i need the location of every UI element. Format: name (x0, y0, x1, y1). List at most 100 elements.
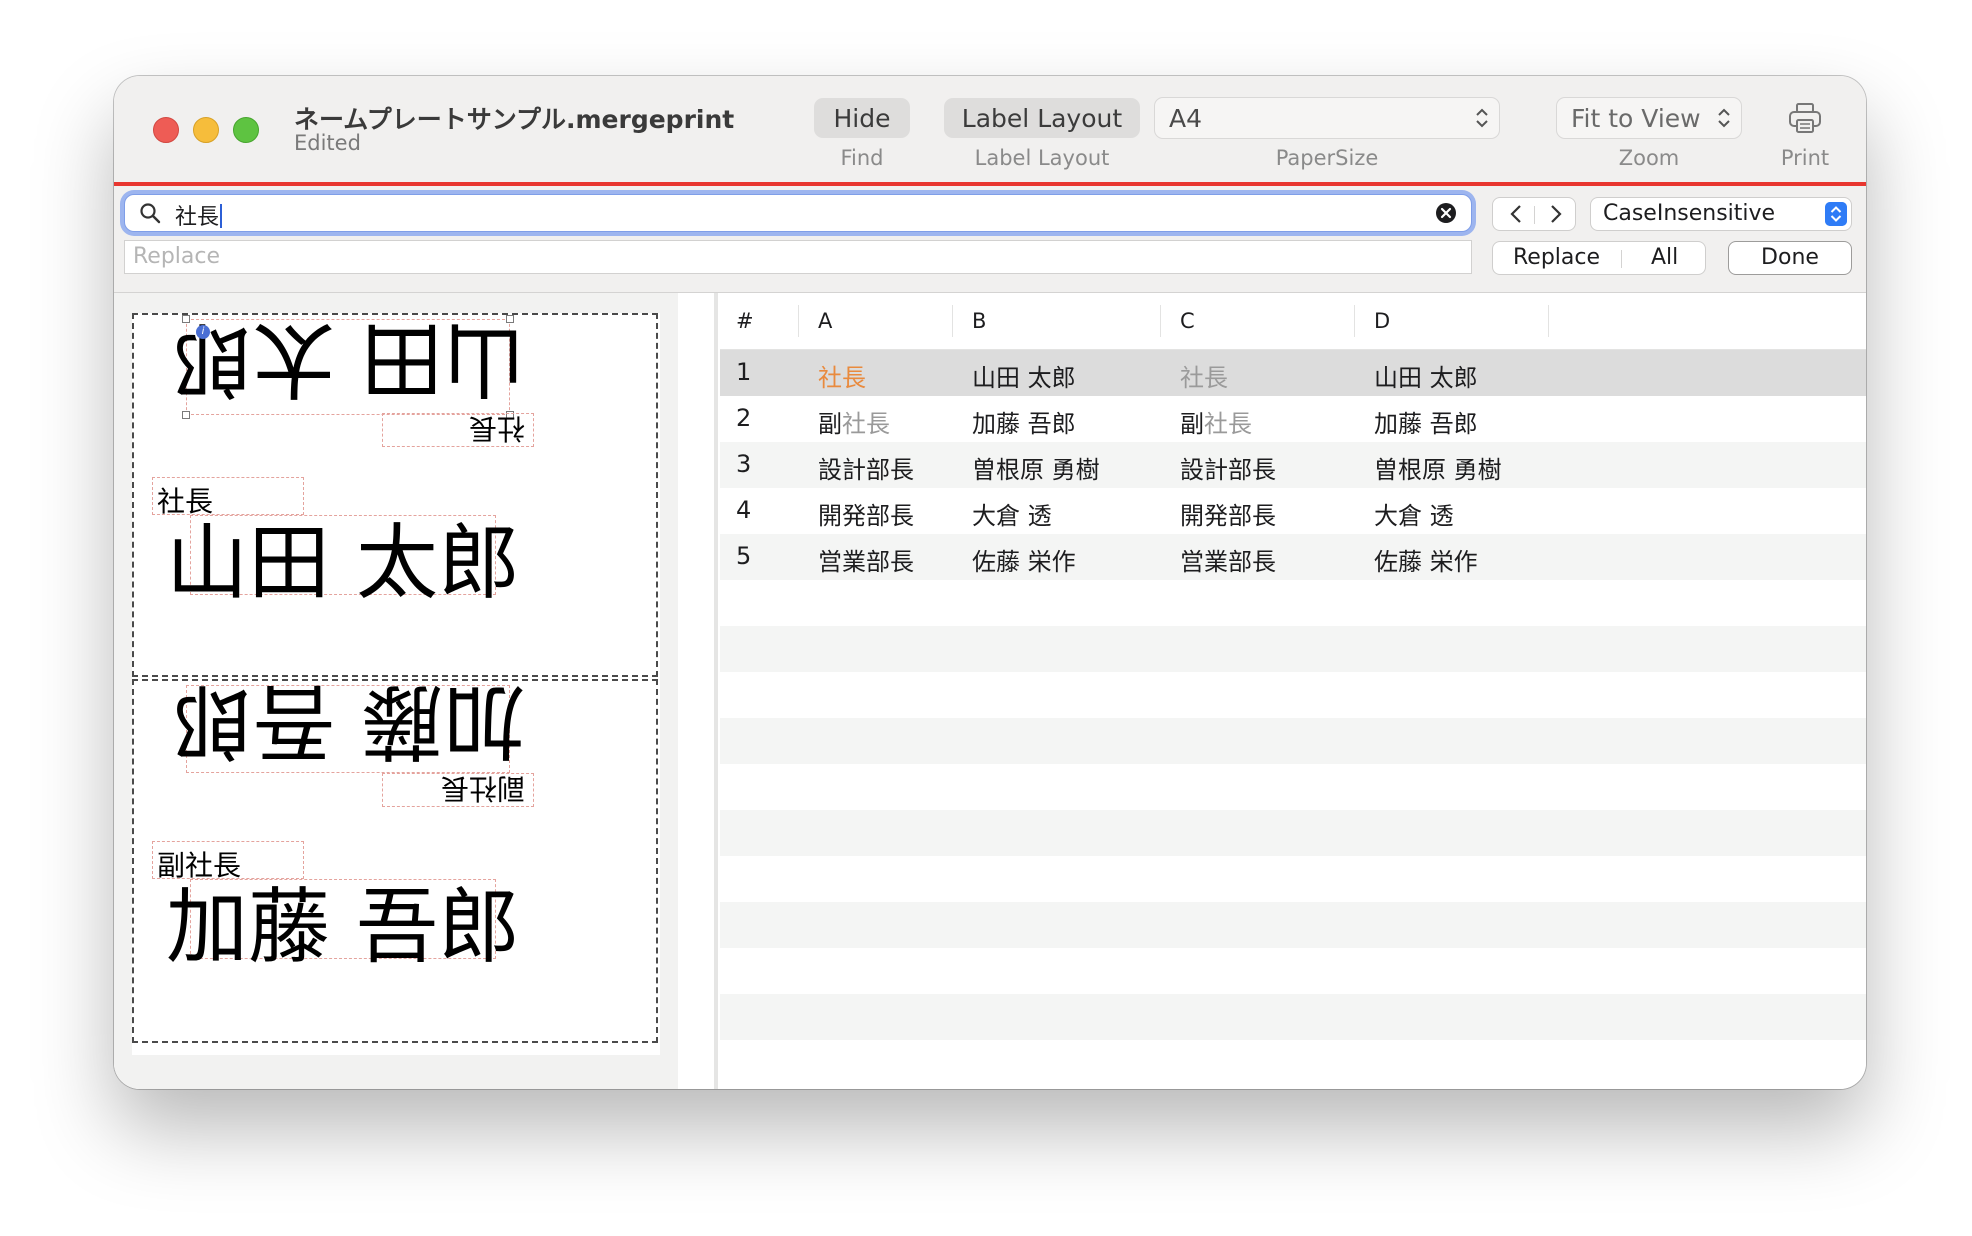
cell-b[interactable]: 大倉 透 (972, 496, 1052, 531)
empty-row (720, 764, 1866, 810)
table-header: # A B C D (720, 293, 1866, 350)
selection-handle[interactable] (506, 315, 514, 323)
clear-search-icon[interactable] (1435, 202, 1457, 224)
cell-b[interactable]: 曽根原 勇樹 (972, 450, 1100, 485)
paper-size-toolbar-label: PaperSize (1275, 146, 1379, 170)
main-content: 山田 太郎 i 社長 社長 山田 太郎 加藤 吾郎 副社長 副社長 加藤 吾郎 (114, 293, 1866, 1089)
table-rows: 1 社長 山田 太郎 社長 山田 太郎 2 副社長 加藤 吾郎 副社長 加藤 吾… (720, 350, 1866, 1086)
app-window: ネームプレートサンプル.mergeprint Edited Hide Find … (114, 76, 1866, 1089)
empty-row (720, 948, 1866, 994)
printer-icon[interactable] (1788, 102, 1822, 134)
replace-field[interactable]: Replace (124, 240, 1472, 274)
cell-c[interactable]: 設計部長 (1180, 450, 1276, 485)
name-field-rotated[interactable]: 山田 太郎 (171, 312, 525, 415)
column-header-d[interactable]: D (1374, 309, 1390, 333)
label-layout-button[interactable]: Label Layout (944, 98, 1140, 138)
title-field-rotated[interactable]: 副社長 (382, 772, 534, 807)
cell-c[interactable]: 営業部長 (1180, 542, 1276, 577)
split-view-divider[interactable] (678, 293, 718, 1089)
cell-d[interactable]: 加藤 吾郎 (1374, 404, 1478, 439)
cell-a[interactable]: 社長 (818, 358, 866, 393)
divider (1534, 206, 1535, 224)
table-row[interactable]: 1 社長 山田 太郎 社長 山田 太郎 (720, 350, 1866, 396)
label-card[interactable]: 加藤 吾郎 副社長 副社長 加藤 吾郎 (132, 674, 658, 1043)
close-window-button[interactable] (153, 117, 179, 143)
cell-b[interactable]: 佐藤 栄作 (972, 542, 1076, 577)
column-header-a[interactable]: A (818, 309, 832, 333)
search-icon (140, 203, 161, 224)
selection-handle[interactable] (182, 315, 190, 323)
empty-row (720, 994, 1866, 1040)
table-row[interactable]: 4 開発部長 大倉 透 開発部長 大倉 透 (720, 488, 1866, 534)
chevron-updown-icon (1718, 108, 1730, 128)
zoom-select[interactable]: Fit to View (1556, 97, 1742, 139)
chevron-left-icon[interactable] (1505, 202, 1529, 226)
name-field[interactable]: 加藤 吾郎 (166, 879, 520, 975)
case-sensitivity-select[interactable]: CaseInsensitive (1590, 197, 1852, 231)
empty-row (720, 902, 1866, 948)
search-match: 社長 (842, 410, 890, 438)
cell-c[interactable]: 社長 (1180, 358, 1228, 393)
selection-handle[interactable] (182, 411, 190, 419)
label-preview-panel: 山田 太郎 i 社長 社長 山田 太郎 加藤 吾郎 副社長 副社長 加藤 吾郎 (114, 293, 678, 1089)
title-field-rotated[interactable]: 社長 (382, 412, 534, 447)
cell-d[interactable]: 佐藤 栄作 (1374, 542, 1478, 577)
zoom-window-button[interactable] (233, 117, 259, 143)
column-header-number[interactable]: # (736, 309, 754, 333)
column-divider[interactable] (952, 305, 953, 337)
hide-find-button[interactable]: Hide (814, 98, 910, 138)
match-navigation (1492, 197, 1576, 231)
cell-text: 副 (818, 410, 842, 438)
row-number: 1 (736, 358, 752, 386)
cell-c[interactable]: 副社長 (1180, 404, 1252, 439)
table-row[interactable]: 2 副社長 加藤 吾郎 副社長 加藤 吾郎 (720, 396, 1866, 442)
find-replace-bar: 社長 Replace CaseInsensitive Replace All D… (114, 186, 1866, 293)
search-field[interactable]: 社長 (124, 194, 1472, 232)
cell-a[interactable]: 開発部長 (818, 496, 914, 531)
cell-c[interactable]: 開発部長 (1180, 496, 1276, 531)
column-header-b[interactable]: B (972, 309, 986, 333)
replace-buttons: Replace All (1492, 241, 1706, 275)
table-row[interactable]: 3 設計部長 曽根原 勇樹 設計部長 曽根原 勇樹 (720, 442, 1866, 488)
search-match: 社長 (1204, 410, 1252, 438)
column-divider[interactable] (1548, 305, 1549, 337)
zoom-toolbar-label: Zoom (1618, 146, 1680, 170)
table-row[interactable]: 5 営業部長 佐藤 栄作 営業部長 佐藤 栄作 (720, 534, 1866, 580)
cell-d[interactable]: 山田 太郎 (1374, 358, 1478, 393)
label-layout-toolbar-label: Label Layout (974, 146, 1110, 170)
cell-a[interactable]: 設計部長 (818, 450, 914, 485)
text-caret (220, 204, 223, 228)
cell-d[interactable]: 大倉 透 (1374, 496, 1454, 531)
find-toolbar-label: Find (840, 146, 884, 170)
column-header-c[interactable]: C (1180, 309, 1195, 333)
cell-d[interactable]: 曽根原 勇樹 (1374, 450, 1502, 485)
cell-a[interactable]: 営業部長 (818, 542, 914, 577)
replace-all-button[interactable]: All (1651, 245, 1678, 270)
empty-row (720, 1040, 1866, 1086)
search-text: 社長 (175, 199, 223, 231)
paper-size-select[interactable]: A4 (1154, 97, 1500, 139)
column-divider[interactable] (798, 305, 799, 337)
column-divider[interactable] (1160, 305, 1161, 337)
case-sensitivity-value: CaseInsensitive (1603, 201, 1776, 226)
name-field-rotated[interactable]: 加藤 吾郎 (171, 674, 525, 773)
replace-button[interactable]: Replace (1513, 245, 1600, 270)
chevron-updown-icon (1476, 108, 1488, 128)
chevron-right-icon[interactable] (1543, 202, 1567, 226)
cell-b[interactable]: 加藤 吾郎 (972, 404, 1076, 439)
minimize-window-button[interactable] (193, 117, 219, 143)
cell-a[interactable]: 副社長 (818, 404, 890, 439)
empty-row (720, 810, 1866, 856)
label-card[interactable]: 山田 太郎 i 社長 社長 山田 太郎 (132, 312, 658, 677)
row-number: 4 (736, 496, 752, 524)
column-divider[interactable] (1354, 305, 1355, 337)
empty-row (720, 626, 1866, 672)
done-button[interactable]: Done (1728, 241, 1852, 275)
info-icon[interactable]: i (196, 325, 210, 339)
empty-row (720, 580, 1866, 626)
empty-row (720, 672, 1866, 718)
name-field[interactable]: 山田 太郎 (166, 515, 520, 611)
empty-row (720, 718, 1866, 764)
cell-b[interactable]: 山田 太郎 (972, 358, 1076, 393)
paper-size-value: A4 (1169, 103, 1203, 133)
